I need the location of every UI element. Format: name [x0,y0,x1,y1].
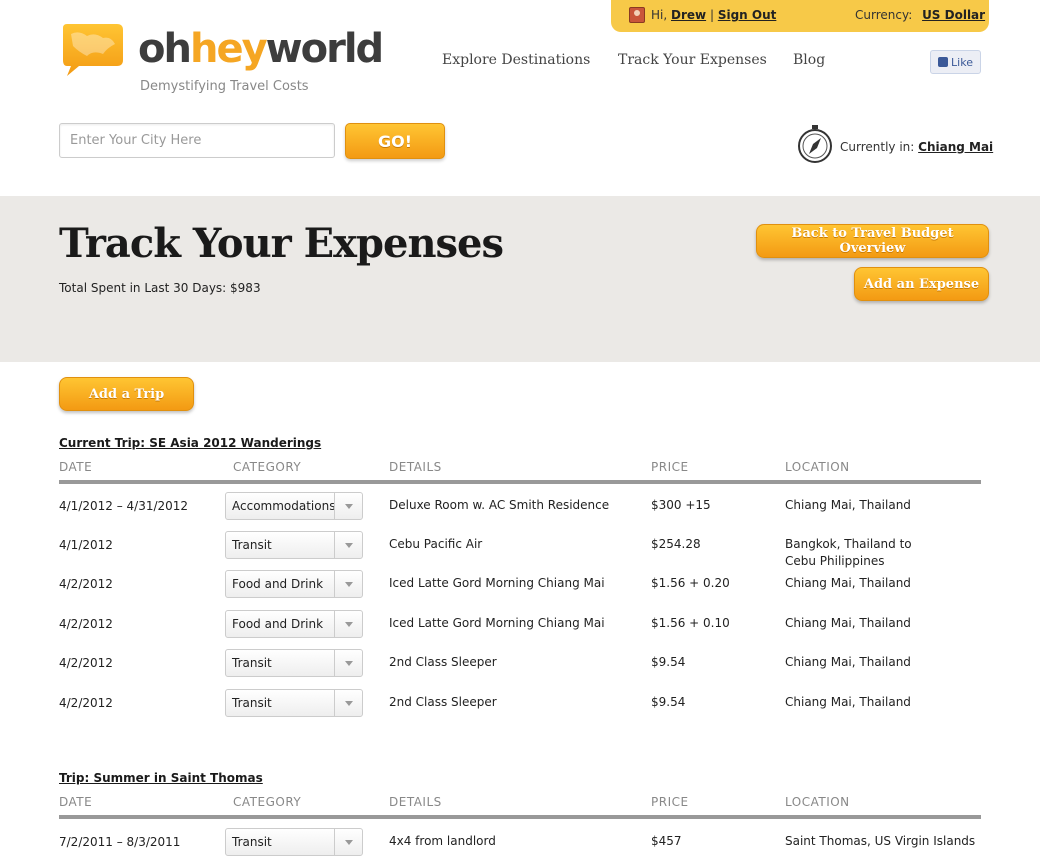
table-divider [59,815,981,819]
expense-location: Chiang Mai, Thailand [785,695,911,709]
category-select[interactable]: Food and Drink [225,610,363,638]
compass-icon [798,125,832,163]
column-header-category: CATEGORY [233,460,302,474]
category-select[interactable]: Accommodations [225,492,363,520]
like-label: Like [951,55,973,69]
column-header-details: DETAILS [389,795,442,809]
chevron-down-icon[interactable] [334,650,362,676]
expense-price: $1.56 + 0.20 [651,576,730,590]
column-header-price: PRICE [651,460,689,474]
expense-location: Chiang Mai, Thailand [785,655,911,669]
expense-date: 4/2/2012 [59,577,113,591]
expense-date: 4/2/2012 [59,656,113,670]
avatar [629,7,645,23]
column-header-date: DATE [59,795,93,809]
logo-hey: hey [189,26,268,72]
column-header-price: PRICE [651,795,689,809]
add-expense-button[interactable]: Add an Expense [854,267,989,301]
category-select[interactable]: Transit [225,828,363,856]
greeting: Hi, Drew | Sign Out [651,8,776,22]
category-value: Food and Drink [232,577,324,591]
current-location: Currently in: Chiang Mai [840,140,993,154]
logo-oh: oh [138,26,192,72]
chevron-down-icon[interactable] [334,571,362,597]
expense-price: $1.56 + 0.10 [651,616,730,630]
column-header-details: DETAILS [389,460,442,474]
nav-track-expenses[interactable]: Track Your Expenses [618,52,767,68]
expense-details: 4x4 from landlord [389,834,496,848]
nav-explore-destinations[interactable]: Explore Destinations [442,52,590,68]
expense-location: Bangkok, Thailand to [785,537,912,551]
currency-link[interactable]: US Dollar [922,8,985,22]
expense-location: Chiang Mai, Thailand [785,576,911,590]
logo-wordmark[interactable]: ohheyworld [138,26,385,72]
expense-location-line2: Cebu Philippines [785,554,885,568]
current-city-link[interactable]: Chiang Mai [918,140,993,154]
expense-details: Iced Latte Gord Morning Chiang Mai [389,616,605,630]
logo-bubble-icon[interactable] [59,24,125,76]
category-value: Food and Drink [232,617,324,631]
tagline: Demystifying Travel Costs [140,79,309,94]
column-header-category: CATEGORY [233,795,302,809]
trip-title[interactable]: Current Trip: SE Asia 2012 Wanderings [59,436,321,450]
category-value: Transit [232,696,272,710]
expense-date: 7/2/2011 – 8/3/2011 [59,835,181,849]
chevron-down-icon[interactable] [334,829,362,855]
expense-date: 4/2/2012 [59,696,113,710]
expense-price: $9.54 [651,655,686,669]
expense-date: 4/1/2012 – 4/31/2012 [59,499,189,513]
current-location-label: Currently in: [840,140,915,154]
expense-date: 4/2/2012 [59,617,113,631]
category-value: Transit [232,656,272,670]
chevron-down-icon[interactable] [334,611,362,637]
logo-world: world [265,26,385,72]
chevron-down-icon[interactable] [334,493,362,519]
category-value: Accommodations [232,499,336,513]
category-value: Transit [232,538,272,552]
chevron-down-icon[interactable] [334,532,362,558]
category-select[interactable]: Transit [225,531,363,559]
back-to-budget-button[interactable]: Back to Travel Budget Overview [756,224,989,258]
expense-details: Deluxe Room w. AC Smith Residence [389,498,610,512]
table-divider [59,480,981,484]
add-trip-button[interactable]: Add a Trip [59,377,194,411]
nav-blog[interactable]: Blog [793,52,825,68]
total-spent: Total Spent in Last 30 Days: $983 [59,281,261,295]
user-bar: Hi, Drew | Sign Out Currency: US Dollar [611,0,989,32]
expense-date: 4/1/2012 [59,538,113,552]
expense-location: Saint Thomas, US Virgin Islands [785,834,976,848]
expense-details: Cebu Pacific Air [389,537,483,551]
expense-location: Chiang Mai, Thailand [785,498,911,512]
separator: | [709,8,714,22]
page-title: Track Your Expenses [59,220,504,267]
facebook-like-button[interactable]: Like [930,50,981,74]
currency: Currency: US Dollar [855,8,985,22]
expense-details: Iced Latte Gord Morning Chiang Mai [389,576,605,590]
category-select[interactable]: Food and Drink [225,570,363,598]
category-select[interactable]: Transit [225,649,363,677]
column-header-location: LOCATION [785,460,850,474]
trip-title[interactable]: Trip: Summer in Saint Thomas [59,771,263,785]
city-search-input[interactable] [59,123,335,158]
expense-price: $9.54 [651,695,686,709]
expense-price: $300 +15 [651,498,711,512]
currency-label: Currency: [855,8,913,22]
column-header-location: LOCATION [785,795,850,809]
expense-details: 2nd Class Sleeper [389,655,497,669]
thumbs-up-icon [938,57,949,67]
go-button[interactable]: GO! [345,123,445,159]
user-link[interactable]: Drew [671,8,706,22]
greeting-text: Hi, [651,8,668,22]
sign-out-link[interactable]: Sign Out [718,8,777,22]
expense-price: $254.28 [651,537,701,551]
expense-location: Chiang Mai, Thailand [785,616,911,630]
column-header-date: DATE [59,460,93,474]
expense-price: $457 [651,834,682,848]
expense-details: 2nd Class Sleeper [389,695,497,709]
category-select[interactable]: Transit [225,689,363,717]
chevron-down-icon[interactable] [334,690,362,716]
category-value: Transit [232,835,272,849]
